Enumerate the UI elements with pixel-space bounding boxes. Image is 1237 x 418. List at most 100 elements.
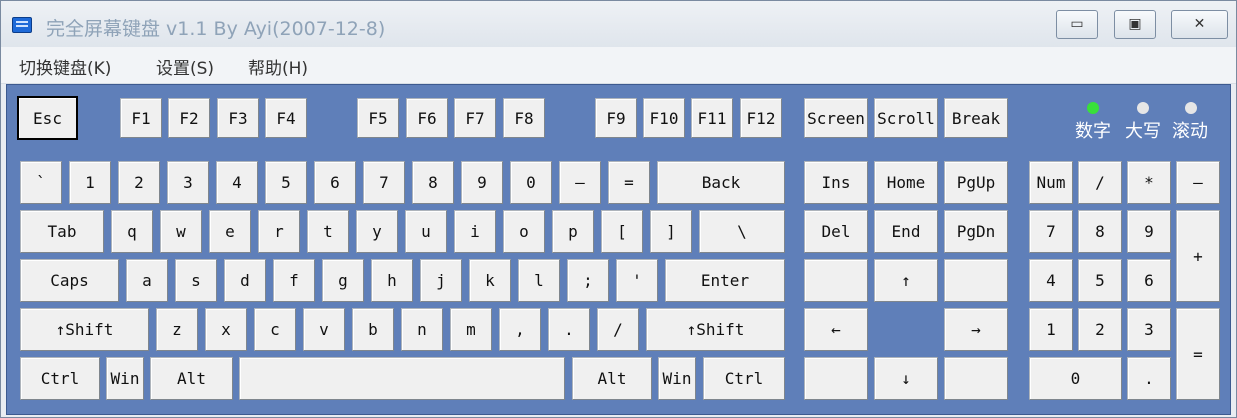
key-backslash[interactable]: \ (699, 210, 785, 253)
key-blank-nav-4[interactable] (944, 357, 1008, 400)
key-x[interactable]: x (205, 308, 247, 351)
key-scroll[interactable]: Scroll (874, 98, 938, 138)
key-pgup[interactable]: PgUp (944, 161, 1008, 204)
key-r[interactable]: r (258, 210, 300, 253)
key-f12[interactable]: F12 (740, 98, 782, 138)
key-rshift[interactable]: ↑Shift (646, 308, 785, 351)
key-quote[interactable]: ' (616, 259, 658, 302)
key-space[interactable] (239, 357, 565, 400)
key-lalt[interactable]: Alt (150, 357, 233, 400)
key-v[interactable]: v (303, 308, 345, 351)
key-n4[interactable]: 4 (216, 161, 258, 204)
key-rwin[interactable]: Win (658, 357, 696, 400)
key-f9[interactable]: F9 (595, 98, 637, 138)
key-f[interactable]: f (273, 259, 315, 302)
key-comma[interactable]: , (499, 308, 541, 351)
menu-switch-keyboard[interactable]: 切换键盘(K) (19, 54, 111, 79)
key-num2[interactable]: 2 (1078, 308, 1122, 351)
key-y[interactable]: y (356, 210, 398, 253)
key-lwin[interactable]: Win (106, 357, 144, 400)
key-pgdn[interactable]: PgDn (944, 210, 1008, 253)
menu-settings[interactable]: 设置(S) (156, 54, 214, 79)
key-f11[interactable]: F11 (691, 98, 733, 138)
key-num4[interactable]: 4 (1029, 259, 1073, 302)
key-num1[interactable]: 1 (1029, 308, 1073, 351)
key-n2[interactable]: 2 (118, 161, 160, 204)
key-lctrl[interactable]: Ctrl (20, 357, 100, 400)
key-num7[interactable]: 7 (1029, 210, 1073, 253)
key-numdot[interactable]: . (1127, 357, 1171, 400)
key-numdiv[interactable]: / (1078, 161, 1122, 204)
key-up[interactable]: ↑ (874, 259, 938, 302)
key-slash[interactable]: / (597, 308, 639, 351)
key-numadd[interactable]: + (1176, 210, 1220, 302)
key-t[interactable]: t (307, 210, 349, 253)
key-end[interactable]: End (874, 210, 938, 253)
key-k[interactable]: k (469, 259, 511, 302)
maximize-button[interactable]: ▣ (1114, 10, 1156, 39)
key-n9[interactable]: 9 (461, 161, 503, 204)
key-numsub[interactable]: – (1176, 161, 1220, 204)
key-num6[interactable]: 6 (1127, 259, 1171, 302)
key-o[interactable]: o (503, 210, 545, 253)
key-lbracket[interactable]: [ (601, 210, 643, 253)
key-w[interactable]: w (160, 210, 202, 253)
key-numlock[interactable]: Num (1029, 161, 1073, 204)
key-break[interactable]: Break (944, 98, 1008, 138)
key-num3[interactable]: 3 (1127, 308, 1171, 351)
key-n3[interactable]: 3 (167, 161, 209, 204)
key-del[interactable]: Del (804, 210, 868, 253)
key-f1[interactable]: F1 (120, 98, 162, 138)
key-n7[interactable]: 7 (363, 161, 405, 204)
key-ralt[interactable]: Alt (572, 357, 652, 400)
key-f5[interactable]: F5 (357, 98, 399, 138)
key-f7[interactable]: F7 (454, 98, 496, 138)
key-screen[interactable]: Screen (804, 98, 868, 138)
key-left[interactable]: ← (804, 308, 868, 351)
key-n1[interactable]: 1 (69, 161, 111, 204)
key-d[interactable]: d (224, 259, 266, 302)
key-tab[interactable]: Tab (20, 210, 104, 253)
key-enter[interactable]: Enter (665, 259, 785, 302)
key-minus[interactable]: – (559, 161, 601, 204)
key-rctrl[interactable]: Ctrl (703, 357, 785, 400)
key-b[interactable]: b (352, 308, 394, 351)
key-num0[interactable]: 0 (1029, 357, 1122, 400)
key-g[interactable]: g (322, 259, 364, 302)
key-f8[interactable]: F8 (503, 98, 545, 138)
key-f2[interactable]: F2 (168, 98, 210, 138)
key-n6[interactable]: 6 (314, 161, 356, 204)
key-lshift[interactable]: ↑Shift (20, 308, 149, 351)
key-semicolon[interactable]: ; (567, 259, 609, 302)
key-home[interactable]: Home (874, 161, 938, 204)
minimize-button[interactable]: ▭ (1056, 10, 1098, 39)
title-bar[interactable]: 完全屏幕键盘 v1.1 By Ayi(2007-12-8) ▭ ▣ ✕ (1, 1, 1236, 47)
key-s[interactable]: s (175, 259, 217, 302)
key-f3[interactable]: F3 (217, 98, 259, 138)
key-back[interactable]: Back (657, 161, 785, 204)
key-n8[interactable]: 8 (412, 161, 454, 204)
key-n[interactable]: n (401, 308, 443, 351)
menu-help[interactable]: 帮助(H) (248, 54, 308, 79)
key-f10[interactable]: F10 (643, 98, 685, 138)
key-equals[interactable]: = (608, 161, 650, 204)
key-h[interactable]: h (371, 259, 413, 302)
key-q[interactable]: q (111, 210, 153, 253)
key-n0[interactable]: 0 (510, 161, 552, 204)
key-ins[interactable]: Ins (804, 161, 868, 204)
key-blank-nav-1[interactable] (804, 259, 868, 302)
key-z[interactable]: z (156, 308, 198, 351)
key-blank-nav-2[interactable] (944, 259, 1008, 302)
key-l[interactable]: l (518, 259, 560, 302)
key-blank-nav-3[interactable] (804, 357, 868, 400)
key-down[interactable]: ↓ (874, 357, 938, 400)
key-e[interactable]: e (209, 210, 251, 253)
key-esc[interactable]: Esc (17, 96, 78, 140)
key-n5[interactable]: 5 (265, 161, 307, 204)
key-numenter[interactable]: = (1176, 308, 1220, 400)
close-button[interactable]: ✕ (1171, 10, 1228, 39)
key-c[interactable]: c (254, 308, 296, 351)
key-rbracket[interactable]: ] (650, 210, 692, 253)
key-f4[interactable]: F4 (265, 98, 307, 138)
key-j[interactable]: j (420, 259, 462, 302)
